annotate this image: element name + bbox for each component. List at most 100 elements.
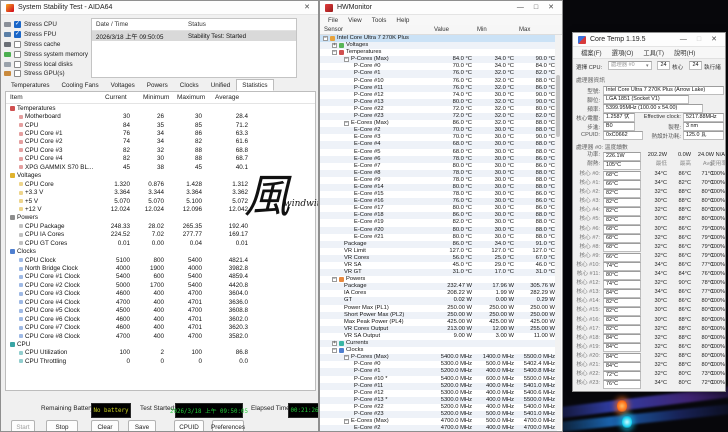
sensor-row-vr-sa-output[interactable]: VR SA Output9.00 W3.00 W11.00 W bbox=[320, 333, 557, 340]
column-min[interactable]: Min bbox=[477, 25, 487, 35]
stats-column-item[interactable]: Item bbox=[6, 94, 101, 101]
stress-option-stress-gpu-s[interactable]: Stress GPU(s) bbox=[4, 69, 89, 79]
core-row-18[interactable]: 核心 #18:84°C32°C88°C80°C100% bbox=[573, 334, 726, 343]
column-value[interactable]: Value bbox=[434, 25, 449, 35]
cpuid-button[interactable]: CPUID bbox=[174, 420, 204, 432]
sensor-row-p-core-13[interactable]: P-Core #1380.0 °C32.0 °C90.0 °C bbox=[320, 99, 557, 106]
sensor-row-p-core-1[interactable]: P-Core #15200.0 MHz400.0 MHz5400.8 MHz bbox=[320, 368, 557, 375]
core-row-22[interactable]: 核心 #22:72°C32°C80°C73°C100% bbox=[573, 370, 726, 379]
sensor-row-power-max-pl1[interactable]: Power Max (PL1)250.00 W250.00 W250.00 W bbox=[320, 305, 557, 312]
sensor-row-p-core-23[interactable]: P-Core #235200.0 MHz500.0 MHz5401.0 MHz bbox=[320, 411, 557, 418]
stats-row-cpu-core-7-clock[interactable]: CPU Core #7 Clock460040047013620.3 bbox=[6, 323, 315, 331]
sensor-row-e-core-14[interactable]: E-Core #1480.0 °C30.0 °C88.0 °C bbox=[320, 184, 557, 191]
sensor-row-e-core-7[interactable]: E-Core #780.0 °C30.0 °C86.0 °C bbox=[320, 163, 557, 170]
maximize-icon[interactable]: □ bbox=[531, 1, 541, 14]
section-row-temperatures[interactable]: Temperatures bbox=[6, 104, 315, 112]
column-max[interactable]: Max bbox=[519, 25, 530, 35]
log-column-datetime[interactable]: Date / Time bbox=[92, 21, 188, 28]
core-row-7[interactable]: 核心 #7:68°C32°C86°C79°C100% bbox=[573, 234, 726, 243]
log-row[interactable]: 2026/3/18 上午 09:50:05 Stability Test: St… bbox=[92, 31, 296, 41]
stop-button[interactable]: Stop bbox=[46, 420, 78, 432]
sensor-row-e-core-9[interactable]: E-Core #978.0 °C30.0 °C88.0 °C bbox=[320, 177, 557, 184]
sensor-row-p-core-0[interactable]: P-Core #070.0 °C34.0 °C84.0 °C bbox=[320, 63, 557, 70]
sensor-row-e-core-8[interactable]: E-Core #878.0 °C30.0 °C88.0 °C bbox=[320, 170, 557, 177]
stress-cpu-checkbox[interactable]: ✓ bbox=[14, 21, 21, 28]
sensor-row-p-core-10[interactable]: P-Core #1076.0 °C32.0 °C88.0 °C bbox=[320, 78, 557, 85]
sensor-row-e-core-18[interactable]: E-Core #1886.0 °C30.0 °C88.0 °C bbox=[320, 212, 557, 219]
core-row-13[interactable]: 核心 #13:84°C34°C86°C77°C100% bbox=[573, 288, 726, 297]
stats-column-average[interactable]: Average bbox=[211, 94, 257, 101]
sensor-row-p-core-11[interactable]: P-Core #1176.0 °C32.0 °C86.0 °C bbox=[320, 85, 557, 92]
stress-system-memory-checkbox[interactable] bbox=[14, 51, 21, 58]
stats-column-current[interactable]: Current bbox=[101, 94, 139, 101]
sensor-row-e-core-19[interactable]: E-Core #1982.0 °C30.0 °C88.0 °C bbox=[320, 219, 557, 226]
sensor-row-e-cores-max[interactable]: −E-Cores (Max)4700.0 MHz500.0 MHz4700.0 … bbox=[320, 418, 557, 425]
tab-cooling-fans[interactable]: Cooling Fans bbox=[56, 79, 105, 91]
sensor-row-vr-sa[interactable]: VR SA45.0 °C29.0 °C46.0 °C bbox=[320, 262, 557, 269]
stress-gpu-s-checkbox[interactable] bbox=[14, 70, 21, 77]
clear-button[interactable]: Clear bbox=[91, 420, 119, 432]
tab-voltages[interactable]: Voltages bbox=[105, 79, 141, 91]
sensor-row-e-core-2[interactable]: E-Core #270.0 °C30.0 °C88.0 °C bbox=[320, 127, 557, 134]
expand-toggle-icon[interactable]: + bbox=[332, 43, 337, 48]
sensor-row-e-core-17[interactable]: E-Core #1780.0 °C30.0 °C86.0 °C bbox=[320, 205, 557, 212]
sensor-row-p-core-10[interactable]: P-Core #10 *5400.0 MHz600.0 MHz5500.0 MH… bbox=[320, 376, 557, 383]
sensor-row-package[interactable]: Package86.0 °C34.0 °C91.0 °C bbox=[320, 241, 557, 248]
close-icon[interactable]: ✕ bbox=[301, 1, 313, 14]
stats-row-cpu-throttling[interactable]: CPU Throttling0000.0 bbox=[6, 357, 315, 365]
close-icon[interactable]: ✕ bbox=[708, 33, 720, 46]
section-row-cpu[interactable]: CPU bbox=[6, 340, 315, 348]
stress-option-stress-cpu[interactable]: ✓Stress CPU bbox=[4, 20, 89, 30]
core-row-6[interactable]: 核心 #6:68°C30°C86°C79°C100% bbox=[573, 225, 726, 234]
sensor-row-p-core-22[interactable]: P-Core #225200.0 MHz400.0 MHz5400.0 MHz bbox=[320, 404, 557, 411]
stats-row-cpu-core-4-clock[interactable]: CPU Core #4 Clock470040047013636.0 bbox=[6, 298, 315, 306]
sensor-row-temperatures[interactable]: −Temperatures bbox=[320, 49, 557, 56]
sensor-row-package[interactable]: Package232.47 W17.96 W305.76 W bbox=[320, 283, 557, 290]
stats-row-cpu-core-3-clock[interactable]: CPU Core #3 Clock460040047003604.0 bbox=[6, 290, 315, 298]
core-row-4[interactable]: 核心 #4:82°C32°C88°C80°C100% bbox=[573, 206, 726, 215]
save-button[interactable]: Save bbox=[128, 420, 156, 432]
sensor-row-vr-cores-output[interactable]: VR Cores Output213.00 W12.00 W255.00 W bbox=[320, 326, 557, 333]
stats-row-cpu-gt-cores[interactable]: CPU GT Cores0.010.000.040.01 bbox=[6, 239, 315, 247]
sensor-row-e-core-3[interactable]: E-Core #370.0 °C30.0 °C90.0 °C bbox=[320, 134, 557, 141]
sensor-row-p-core-22[interactable]: P-Core #2272.0 °C32.0 °C80.0 °C bbox=[320, 106, 557, 113]
stress-cache-checkbox[interactable] bbox=[14, 41, 21, 48]
menu-h[interactable]: 說明(H) bbox=[669, 48, 700, 57]
stats-row-cpu-ia-cores[interactable]: CPU IA Cores224.527.02277.77169.17 bbox=[6, 231, 315, 239]
stats-row-north-bridge-clock[interactable]: North Bridge Clock4000190040003982.8 bbox=[6, 264, 315, 272]
sensor-row-p-core-12[interactable]: P-Core #1274.0 °C30.0 °C90.0 °C bbox=[320, 92, 557, 99]
sensor-row-e-core-15[interactable]: E-Core #1578.0 °C30.0 °C86.0 °C bbox=[320, 191, 557, 198]
stats-row-motherboard[interactable]: Motherboard30263028.4 bbox=[6, 112, 315, 120]
vertical-scrollbar[interactable] bbox=[555, 35, 561, 430]
sensor-row-vr-cores[interactable]: VR Cores56.0 °C25.0 °C67.0 °C bbox=[320, 255, 557, 262]
sensor-row-e-core-6[interactable]: E-Core #678.0 °C30.0 °C86.0 °C bbox=[320, 156, 557, 163]
sensor-row-max-peak-power-pl4[interactable]: Max Peak Power (PL4)425.00 W425.00 W425.… bbox=[320, 319, 557, 326]
core-row-16[interactable]: 核心 #16:82°C30°C88°C80°C100% bbox=[573, 316, 726, 325]
menu-tools[interactable]: Tools bbox=[367, 17, 392, 24]
stats-row-cpu-utilization[interactable]: CPU Utilization100210086.8 bbox=[6, 349, 315, 357]
sensor-row-e-core-4[interactable]: E-Core #468.0 °C30.0 °C88.0 °C bbox=[320, 141, 557, 148]
sensor-row-clocks[interactable]: −Clocks bbox=[320, 347, 557, 354]
expand-toggle-icon[interactable]: − bbox=[323, 36, 328, 41]
stats-row-cpu-core-6-clock[interactable]: CPU Core #6 Clock460040047013602.0 bbox=[6, 315, 315, 323]
menu-t[interactable]: 工具(T) bbox=[638, 48, 669, 57]
stats-row-cpu-core-5-clock[interactable]: CPU Core #5 Clock450040047003608.8 bbox=[6, 307, 315, 315]
core-row-11[interactable]: 核心 #11:80°C34°C84°C76°C100% bbox=[573, 270, 726, 279]
sensor-row-short-power-max-pl2[interactable]: Short Power Max (PL2)250.00 W250.00 W250… bbox=[320, 312, 557, 319]
sensor-row-gt[interactable]: GT0.02 W0.00 W0.29 W bbox=[320, 297, 557, 304]
core-row-2[interactable]: 核心 #2:82°C32°C88°C80°C100% bbox=[573, 188, 726, 197]
core-row-8[interactable]: 核心 #8:68°C32°C86°C79°C100% bbox=[573, 243, 726, 252]
stress-local-disks-checkbox[interactable] bbox=[14, 61, 21, 68]
core-row-0[interactable]: 核心 #0:68°C34°C86°C71°C100% bbox=[573, 170, 726, 179]
core-row-17[interactable]: 核心 #17:82°C32°C88°C80°C100% bbox=[573, 325, 726, 334]
stress-fpu-checkbox[interactable]: ✓ bbox=[14, 31, 21, 38]
core-row-5[interactable]: 核心 #5:82°C30°C88°C80°C100% bbox=[573, 215, 726, 224]
sensor-row-vr-gt[interactable]: VR GT31.0 °C17.0 °C31.0 °C bbox=[320, 269, 557, 276]
expand-toggle-icon[interactable]: − bbox=[332, 277, 337, 282]
stress-option-stress-cache[interactable]: Stress cache bbox=[4, 40, 89, 50]
sensor-row-p-cores-max[interactable]: −P-Cores (Max)5400.0 MHz1400.0 MHz5500.0… bbox=[320, 354, 557, 361]
minimize-icon[interactable]: — bbox=[677, 33, 690, 46]
stats-row-cpu-core-8-clock[interactable]: CPU Core #8 Clock470040047003582.0 bbox=[6, 332, 315, 340]
sensor-row-powers[interactable]: −Powers bbox=[320, 276, 557, 283]
sensor-row-p-core-1[interactable]: P-Core #176.0 °C32.0 °C82.0 °C bbox=[320, 70, 557, 77]
